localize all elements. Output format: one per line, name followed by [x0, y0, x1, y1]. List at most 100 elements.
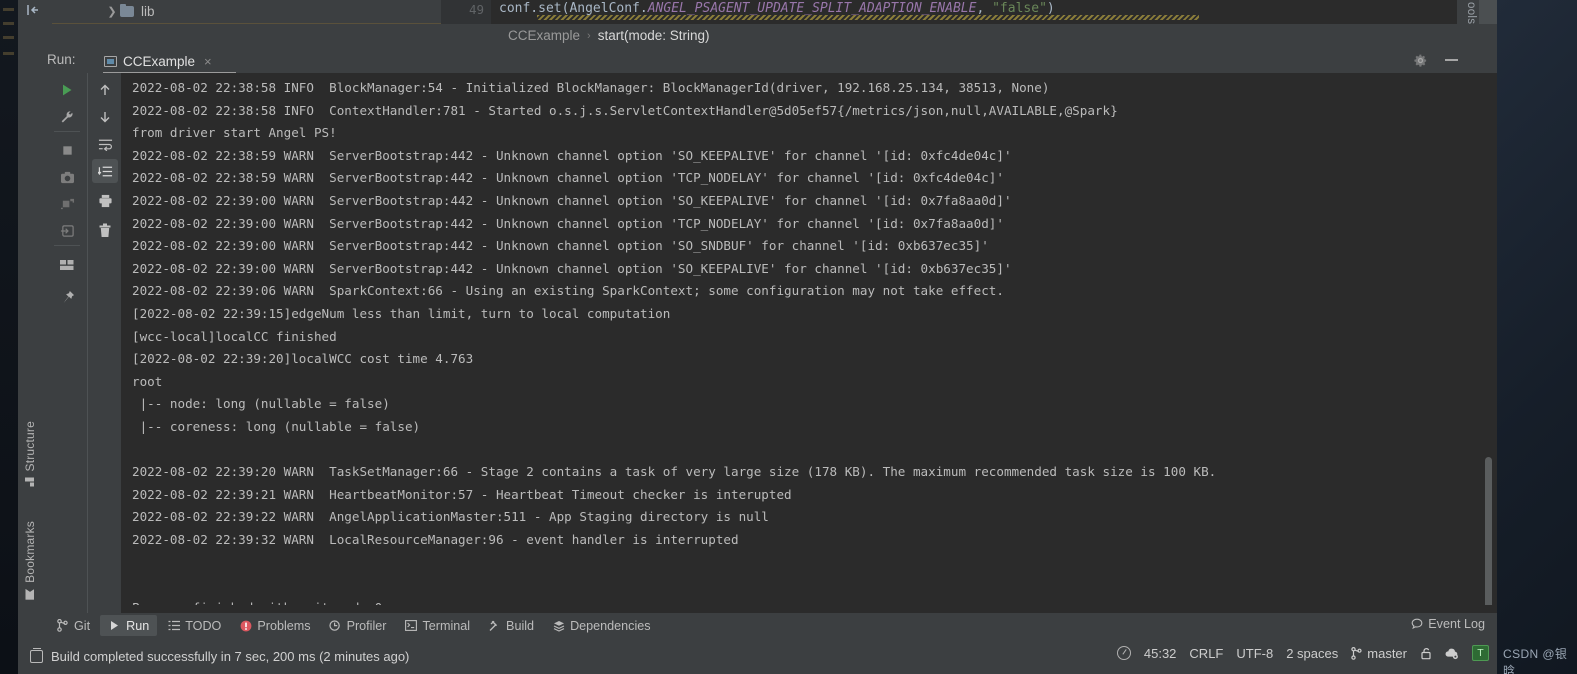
console-line: 2022-08-02 22:39:00 WARN ServerBootstrap… [132, 193, 1012, 208]
desktop-backdrop-right [1497, 0, 1577, 674]
code-token-string: "false" [992, 1, 1047, 16]
tool-window-button-dependencies[interactable]: Dependencies [544, 615, 659, 636]
file-encoding[interactable]: UTF-8 [1236, 646, 1273, 661]
console-output[interactable]: 2022-08-02 22:38:58 INFO BlockManager:54… [121, 73, 1497, 613]
line-number: 49 [468, 2, 484, 17]
tool-window-button-problems[interactable]: Problems [231, 615, 318, 636]
screenshot-button[interactable] [54, 165, 80, 189]
pin-tab-button[interactable] [54, 285, 80, 309]
scrollbar-thumb[interactable] [1485, 457, 1492, 609]
event-log-button[interactable]: Event Log [1410, 617, 1485, 631]
tool-window-button-build[interactable]: Build [480, 615, 542, 636]
chevron-right-icon[interactable]: ❯ [104, 5, 120, 18]
run-toolbar-secondary [87, 73, 121, 613]
tool-window-button-terminal[interactable]: Terminal [396, 615, 478, 636]
rerun-button[interactable] [54, 78, 80, 102]
console-horizontal-scrollbar[interactable] [121, 605, 1497, 613]
tree-row-label: lib [141, 4, 155, 19]
console-line: [2022-08-02 22:39:15]edgeNum less than l… [132, 306, 671, 321]
branch-icon [1351, 646, 1362, 660]
list-icon [167, 619, 180, 632]
sidebar-item-bookmarks[interactable]: Bookmarks [23, 521, 37, 600]
cloud-sync-icon[interactable] [1444, 647, 1459, 660]
tool-window-label: Problems [257, 618, 311, 633]
gear-icon[interactable] [1413, 53, 1428, 68]
translate-badge[interactable]: T [1472, 645, 1489, 661]
status-bar: Build completed successfully in 7 sec, 2… [18, 638, 1497, 674]
console-line: from driver start Angel PS! [132, 125, 337, 141]
console-line: 2022-08-02 22:39:21 WARN HeartbeatMonito… [132, 486, 792, 502]
modify-run-configuration-button[interactable] [54, 105, 80, 129]
indent-setting[interactable]: 2 spaces [1286, 646, 1338, 661]
export-button[interactable] [54, 219, 80, 243]
layout-button[interactable] [54, 253, 80, 277]
branch-icon [56, 619, 69, 632]
rerun-failed-tests-button[interactable] [54, 192, 80, 216]
console-line: 2022-08-02 22:38:59 WARN ServerBootstrap… [132, 147, 1012, 163]
tool-window-button-todo[interactable]: TODO [159, 615, 229, 636]
sidebar-item-label: Bookmarks [23, 521, 37, 583]
tool-window-button-run[interactable]: Run [100, 615, 158, 636]
run-label: Run: [47, 52, 76, 67]
console-line: 2022-08-02 22:39:22 WARN AngelApplicatio… [132, 509, 769, 525]
sidebar-item-label: Structure [23, 421, 37, 472]
inspections-icon[interactable] [1116, 646, 1131, 660]
code-token: ) [1046, 1, 1055, 16]
console-line: 2022-08-02 22:39:00 WARN ServerBootstrap… [132, 260, 1012, 276]
run-tab-ccexample[interactable]: CCExample × [100, 49, 216, 73]
soft-wrap-button[interactable] [92, 132, 118, 156]
screen: CSDN @银晗 ❯ lib ❯ [0, 0, 1577, 674]
play-icon [108, 619, 121, 632]
console-line: 2022-08-02 22:39:06 WARN SparkContext:66… [132, 283, 1004, 299]
console-line: |-- node: long (nullable = false) [132, 396, 390, 412]
run-tool-window-header: Run: CCExample × [18, 47, 1497, 74]
close-icon[interactable]: × [204, 54, 212, 69]
tool-window-label: TODO [185, 618, 222, 633]
ide-window: ❯ lib ❯ target 49 50 conf.set(AngelConf.… [18, 0, 1497, 674]
build-status-icon [30, 647, 43, 663]
collapse-all-icon[interactable] [26, 4, 44, 18]
scroll-down-button[interactable] [92, 105, 118, 129]
balloon-icon [1410, 618, 1423, 631]
caret-position[interactable]: 45:32 [1144, 646, 1177, 661]
console-line: 2022-08-02 22:39:00 WARN ServerBootstrap… [132, 215, 1004, 231]
breadcrumb-method[interactable]: start(mode: String) [598, 28, 710, 43]
hammer-icon [488, 619, 501, 632]
breadcrumb-class[interactable]: CCExample [508, 28, 580, 43]
code-token: conf.set(AngelConf. [499, 1, 648, 16]
console-line: |-- coreness: long (nullable = false) [132, 419, 421, 434]
tool-window-label: Terminal [422, 618, 471, 633]
lock-icon[interactable] [1420, 647, 1431, 660]
git-branch-widget[interactable]: master [1351, 646, 1407, 661]
event-log-label: Event Log [1428, 617, 1485, 631]
bookmark-icon [26, 589, 35, 600]
tree-row[interactable]: ❯ lib [52, 0, 441, 23]
clear-all-button[interactable] [92, 218, 118, 242]
terminal-icon [404, 619, 417, 632]
console-line: [wcc-local]localCC finished [132, 328, 337, 344]
code-token-field: ANGEL_PSAGENT_UPDATE_SPLIT_ADAPTION_ENAB… [647, 1, 977, 16]
print-button[interactable] [92, 189, 118, 213]
console-line: 2022-08-02 22:39:20 WARN TaskSetManager:… [132, 464, 1217, 480]
stop-button[interactable] [54, 138, 80, 162]
layers-icon [552, 619, 565, 632]
run-config-icon [104, 55, 117, 67]
error-icon [239, 619, 252, 632]
console-line: root [132, 373, 163, 389]
structure-icon [26, 478, 35, 487]
folder-icon [120, 4, 134, 17]
scroll-up-button[interactable] [92, 78, 118, 102]
tool-window-button-git[interactable]: Git [48, 615, 98, 636]
sidebar-item-structure[interactable]: Structure [23, 421, 37, 487]
minimize-icon[interactable] [1445, 59, 1458, 61]
console-vertical-scrollbar[interactable] [1485, 73, 1495, 613]
tool-window-label: Git [74, 618, 91, 633]
line-separator[interactable]: CRLF [1189, 646, 1223, 661]
inspection-squiggle [537, 15, 1199, 20]
scroll-to-end-button[interactable] [92, 159, 118, 183]
tool-window-button-profiler[interactable]: Profiler [321, 615, 395, 636]
breadcrumb[interactable]: CCExample › start(mode: String) [18, 24, 1497, 47]
status-message: Build completed successfully in 7 sec, 2… [51, 648, 410, 664]
console-line: 2022-08-02 22:38:58 INFO ContextHandler:… [132, 102, 1118, 118]
console-line: [2022-08-02 22:39:20]localWCC cost time … [132, 351, 474, 367]
